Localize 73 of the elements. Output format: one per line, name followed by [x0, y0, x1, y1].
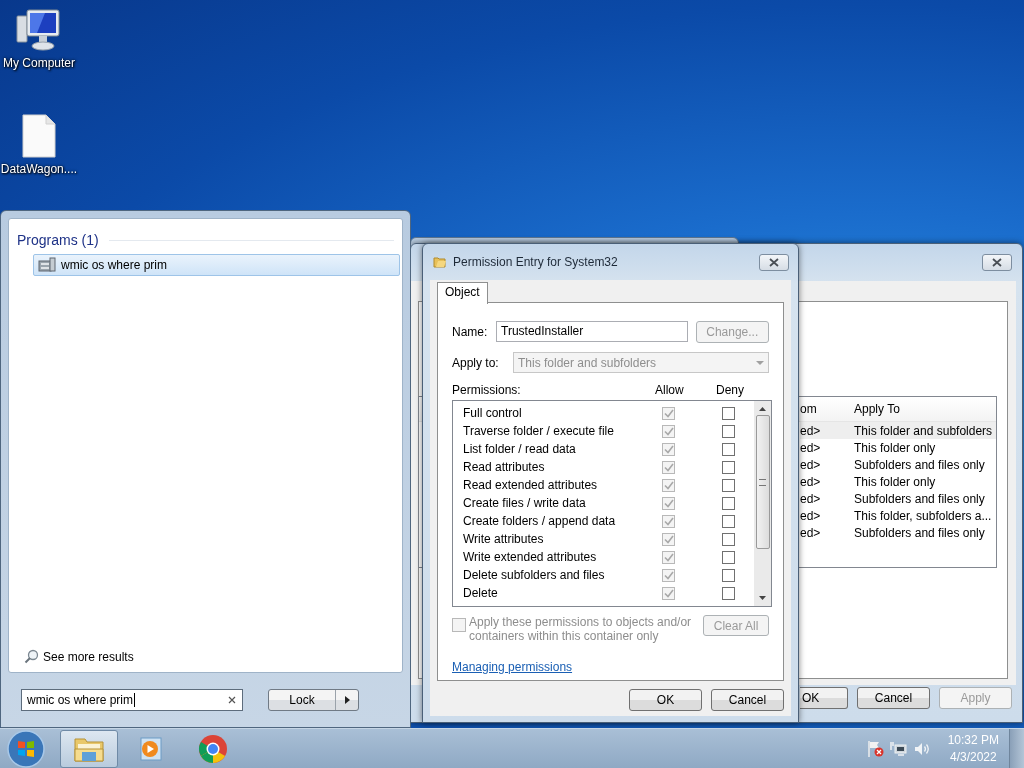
deny-checkbox[interactable]	[722, 442, 735, 456]
column-header[interactable]: om	[800, 402, 854, 416]
desktop-icon-label[interactable]: My Computer	[3, 56, 75, 70]
permission-name: Delete subfolders and files	[463, 568, 605, 582]
permission-name: Read attributes	[463, 460, 545, 474]
taskbar-button[interactable]	[60, 729, 118, 768]
list-row[interactable]: ed> Subfolders and files only	[800, 524, 996, 541]
deny-checkbox[interactable]	[722, 550, 735, 564]
close-icon	[769, 257, 779, 267]
deny-checkbox[interactable]	[722, 568, 735, 582]
permission-name: Write extended attributes	[463, 550, 597, 564]
name-field[interactable]: TrustedInstaller	[496, 321, 688, 342]
permission-name: Create folders / append data	[463, 514, 616, 528]
tab[interactable]: Object	[437, 282, 488, 304]
permission-name: List folder / read data	[463, 442, 576, 456]
arrow-icon	[344, 696, 350, 705]
list-row[interactable]: ed> Subfolders and files only	[800, 456, 996, 473]
field-label: Name:	[452, 324, 489, 339]
permission-name: Write attributes	[463, 532, 544, 546]
permission-name: Delete	[463, 586, 498, 600]
close-icon	[992, 258, 1002, 267]
scroll-down-icon[interactable]	[759, 596, 766, 600]
search-icon	[24, 649, 39, 665]
deny-checkbox[interactable]	[722, 496, 735, 510]
column-header[interactable]: Apply To	[854, 402, 900, 416]
permission-name: Full control	[463, 406, 522, 420]
close-button[interactable]	[759, 253, 789, 271]
window-title: Permission Entry for System32	[453, 255, 619, 269]
folder-icon	[433, 255, 447, 269]
computer-icon[interactable]	[15, 8, 63, 52]
column-header: Deny	[716, 383, 744, 397]
scrollbar[interactable]	[754, 401, 771, 606]
desktop-icon-label[interactable]: DataWagon....	[0, 162, 78, 176]
help-link[interactable]: Managing permissions	[452, 660, 573, 674]
network-icon[interactable]	[889, 739, 908, 758]
permission-name: Traverse folder / execute file	[463, 424, 614, 438]
clear-icon[interactable]	[228, 696, 236, 705]
scroll-up-icon[interactable]	[759, 407, 766, 411]
round-logo-icon	[198, 733, 228, 764]
lock-button[interactable]: Lock	[268, 689, 359, 712]
permissions-label: Permissions:	[452, 383, 521, 397]
list-row[interactable]: ed> This folder and subfolders	[800, 422, 996, 439]
caret-icon	[756, 360, 764, 365]
see-more-results-link[interactable]: See more results	[24, 649, 134, 665]
flag-icon[interactable]	[866, 739, 885, 758]
list-row[interactable]: ed> This folder, subfolders a...	[800, 507, 996, 524]
deny-checkbox[interactable]	[722, 460, 735, 474]
list-row[interactable]: ed> This folder only	[800, 473, 996, 490]
deny-checkbox[interactable]	[722, 424, 735, 438]
program-icon	[38, 257, 56, 273]
permission-name: Read extended attributes	[463, 478, 598, 492]
start-button[interactable]	[6, 728, 46, 768]
permission-name: Create files / write data	[463, 496, 586, 510]
column-header: Allow	[655, 383, 684, 397]
close-button[interactable]	[982, 254, 1012, 271]
deny-checkbox[interactable]	[722, 514, 735, 528]
deny-checkbox[interactable]	[722, 406, 735, 420]
search-result[interactable]: wmic os where prim	[33, 254, 400, 276]
deny-checkbox[interactable]	[722, 586, 735, 600]
checkbox-label: Apply these permissions to objects and/or containers within this container only	[469, 615, 693, 643]
media-player-icon	[137, 734, 165, 763]
dialog-button[interactable]: Cancel	[711, 689, 784, 711]
dialog-button[interactable]: OK	[629, 689, 702, 711]
dialog-button[interactable]: OK	[800, 687, 848, 709]
dialog-button[interactable]: Cancel	[857, 687, 930, 709]
list-row[interactable]: ed> This folder only	[800, 439, 996, 456]
file-icon[interactable]	[22, 114, 56, 158]
deny-checkbox[interactable]	[722, 532, 735, 546]
list-row[interactable]: ed> Subfolders and files only	[800, 490, 996, 507]
deny-checkbox[interactable]	[722, 478, 735, 492]
section-title: Programs (1)	[17, 232, 99, 248]
search-field[interactable]: wmic os where prim	[21, 689, 243, 712]
field-label: Apply to:	[452, 355, 500, 370]
